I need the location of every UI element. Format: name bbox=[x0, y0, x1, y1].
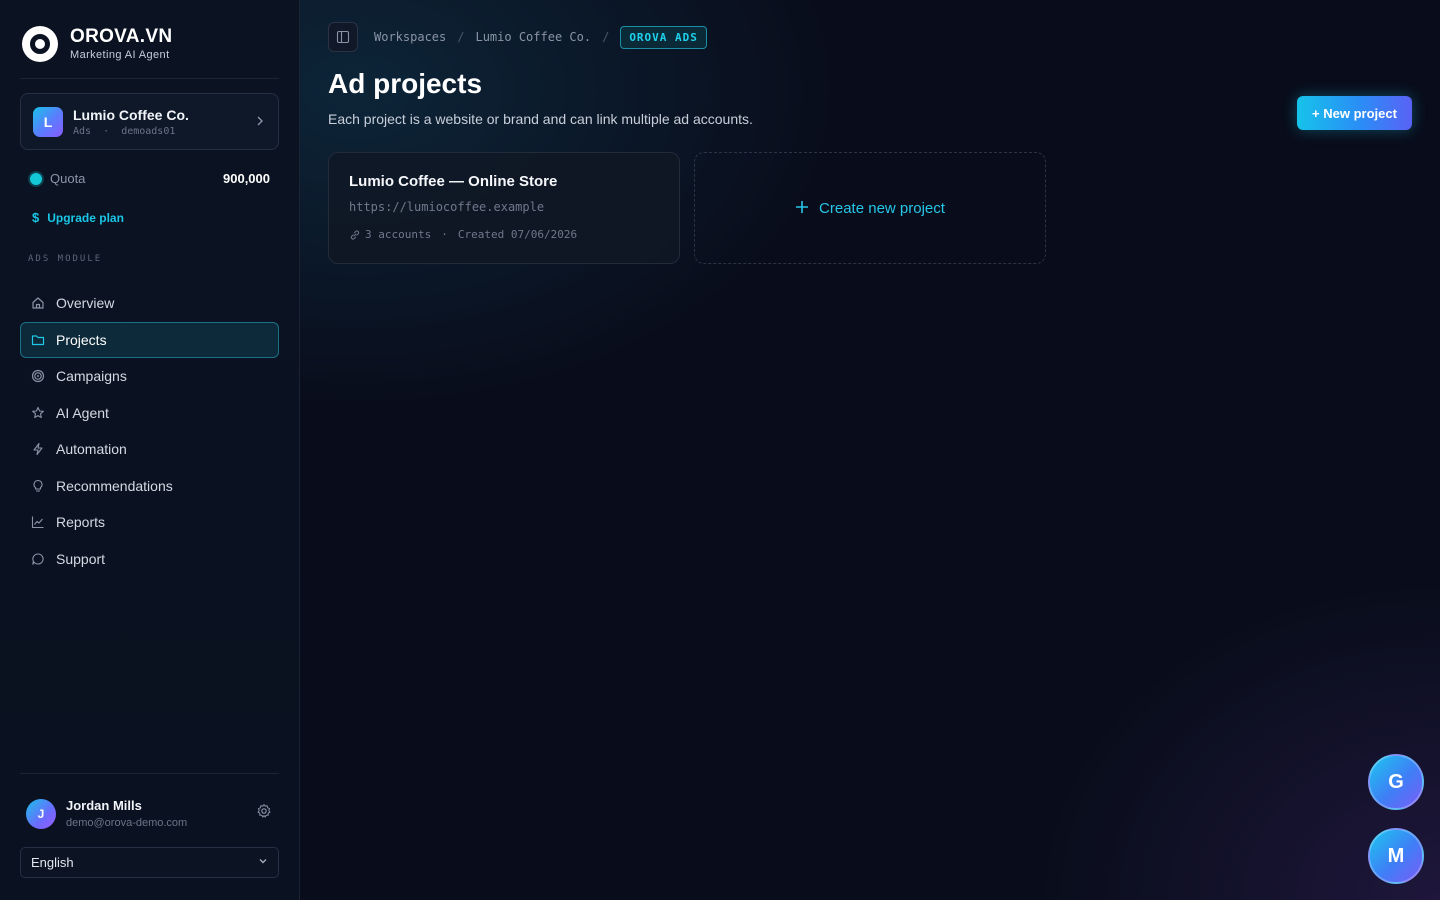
sidebar-toggle-icon bbox=[336, 30, 350, 44]
project-url: https://lumiocoffee.example bbox=[349, 200, 545, 214]
main-content: Workspaces / Lumio Coffee Co. / OROVA AD… bbox=[300, 0, 1440, 900]
project-accounts: 3 accounts bbox=[365, 228, 432, 241]
floating-g-button[interactable]: G bbox=[1368, 754, 1424, 810]
page-description: Each project is a website or brand and c… bbox=[328, 111, 753, 127]
user-name: Jordan Mills bbox=[66, 798, 142, 813]
quota-label: Quota bbox=[50, 171, 86, 186]
gear-icon[interactable] bbox=[256, 803, 272, 824]
sidebar-toggle-button[interactable] bbox=[328, 22, 358, 52]
sidebar-item-label: Support bbox=[56, 550, 106, 567]
project-name: Lumio Coffee — Online Store bbox=[349, 173, 558, 190]
brand-logo-icon bbox=[22, 26, 58, 62]
sidebar-item-label: Campaigns bbox=[56, 368, 127, 384]
sidebar-item-ai-agent[interactable]: AI Agent bbox=[20, 395, 279, 431]
dollar-icon: $ bbox=[32, 210, 40, 225]
sidebar-item-label: AI Agent bbox=[56, 404, 109, 421]
home-icon bbox=[31, 296, 45, 310]
section-label: ADS MODULE bbox=[28, 254, 103, 264]
folder-icon bbox=[31, 333, 45, 347]
brand-name: OROVA.VN bbox=[70, 26, 173, 47]
sidebar-item-support[interactable]: Support bbox=[20, 541, 279, 577]
create-project-card[interactable]: Create new project bbox=[694, 152, 1046, 264]
user-email: demo@orova-demo.com bbox=[66, 817, 188, 829]
divider bbox=[20, 78, 279, 79]
quota-value: 900,000 bbox=[223, 171, 270, 186]
plus-icon bbox=[795, 197, 809, 220]
project-created: Created 07/06/2026 bbox=[457, 228, 578, 241]
user-profile[interactable]: J Jordan Mills demo@orova-demo.com bbox=[26, 798, 272, 829]
breadcrumb-workspace[interactable]: Lumio Coffee Co. bbox=[475, 30, 591, 44]
sidebar-item-label: Recommendations bbox=[56, 477, 173, 494]
workspace-subtitle: Ads · demoads01 bbox=[73, 126, 254, 137]
workspace-name: Lumio Coffee Co. bbox=[73, 106, 189, 123]
new-project-button[interactable]: + New project bbox=[1297, 96, 1412, 130]
chevron-down-icon bbox=[258, 856, 268, 869]
breadcrumb-separator: / bbox=[457, 30, 465, 44]
workspace-avatar: L bbox=[33, 106, 63, 137]
breadcrumb-module-badge[interactable]: OROVA ADS bbox=[620, 25, 707, 49]
brand-tagline: Marketing AI Agent bbox=[70, 49, 170, 61]
separator-dot: · bbox=[97, 125, 116, 137]
sidebar-item-label: Automation bbox=[56, 441, 127, 457]
star-icon bbox=[31, 406, 45, 420]
sidebar-nav: Overview Projects Campaigns AI Agent Aut… bbox=[20, 285, 279, 577]
project-card[interactable]: Lumio Coffee — Online Store https://lumi… bbox=[328, 152, 680, 264]
language-select[interactable]: English bbox=[20, 847, 279, 878]
chat-icon bbox=[31, 552, 45, 566]
language-value: English bbox=[31, 855, 74, 870]
brand[interactable]: OROVA.VN Marketing AI Agent bbox=[22, 26, 172, 62]
project-meta: 3 accounts · Created 07/06/2026 bbox=[349, 228, 659, 241]
create-project-label: Create new project bbox=[819, 199, 945, 217]
upgrade-plan-link[interactable]: $ Upgrade plan bbox=[32, 210, 124, 225]
workspace-module: Ads bbox=[73, 125, 92, 137]
workspace-switcher[interactable]: L Lumio Coffee Co. Ads · demoads01 bbox=[20, 93, 279, 150]
sidebar-item-label: Reports bbox=[56, 514, 106, 530]
page-title: Ad projects bbox=[328, 68, 483, 99]
sidebar-item-label: Projects bbox=[56, 331, 107, 348]
divider bbox=[20, 773, 279, 774]
avatar: J bbox=[26, 798, 56, 829]
target-icon bbox=[31, 369, 45, 383]
sidebar-item-reports[interactable]: Reports bbox=[20, 504, 279, 540]
sidebar-item-overview[interactable]: Overview bbox=[20, 285, 279, 321]
floating-m-button[interactable]: M bbox=[1368, 828, 1424, 884]
upgrade-plan-label: Upgrade plan bbox=[47, 210, 124, 225]
breadcrumb-workspaces[interactable]: Workspaces bbox=[374, 30, 446, 44]
chevron-right-icon bbox=[254, 114, 266, 130]
link-icon bbox=[349, 229, 361, 241]
separator-dot: · bbox=[441, 228, 448, 241]
lightbulb-icon bbox=[31, 479, 45, 493]
workspace-account: demoads01 bbox=[121, 125, 176, 137]
quota-dot-icon bbox=[30, 172, 42, 185]
sidebar-item-campaigns[interactable]: Campaigns bbox=[20, 358, 279, 394]
breadcrumb-separator: / bbox=[602, 30, 610, 44]
sidebar-item-recommendations[interactable]: Recommendations bbox=[20, 468, 279, 504]
sidebar-item-label: Overview bbox=[56, 295, 115, 311]
sidebar-item-projects[interactable]: Projects bbox=[20, 321, 279, 358]
breadcrumb: Workspaces / Lumio Coffee Co. / OROVA AD… bbox=[374, 25, 707, 49]
quota-row: Quota 900,000 bbox=[30, 171, 270, 186]
lightning-icon bbox=[31, 442, 45, 456]
chart-icon bbox=[31, 515, 45, 529]
sidebar: OROVA.VN Marketing AI Agent L Lumio Coff… bbox=[0, 0, 300, 900]
sidebar-item-automation[interactable]: Automation bbox=[20, 431, 279, 467]
